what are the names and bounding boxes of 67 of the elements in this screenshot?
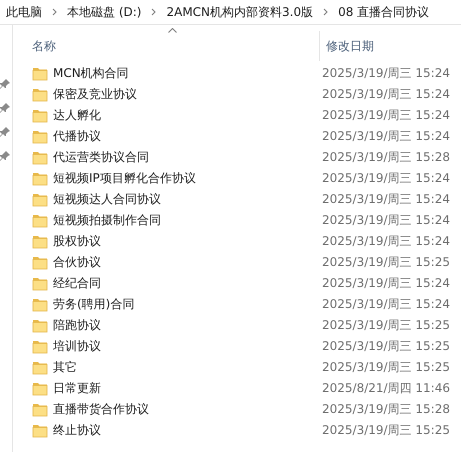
modified-date: 2025/3/19/周三 15:24	[322, 107, 450, 124]
column-header[interactable]: 修改日期	[320, 31, 374, 61]
modified-date: 2025/3/19/周三 15:24	[322, 170, 450, 187]
breadcrumb-item[interactable]: 本地磁盘 (D:)	[65, 4, 144, 20]
file-name[interactable]: 直播带货合作协议	[53, 401, 322, 418]
modified-date: 2025/3/19/周三 15:24	[322, 212, 450, 229]
chevron-icon	[323, 8, 328, 16]
folder-icon	[32, 212, 48, 228]
folder-icon	[32, 254, 48, 270]
modified-date: 2025/3/19/周三 15:28	[322, 401, 450, 418]
breadcrumb-item[interactable]: 此电脑	[4, 4, 44, 20]
modified-date: 2025/3/19/周三 15:24	[322, 233, 450, 250]
modified-date: 2025/3/19/周三 15:25	[322, 359, 450, 376]
chevron-icon	[151, 8, 156, 16]
modified-date: 2025/3/19/周三 15:25	[322, 422, 450, 439]
chevron-icon	[52, 8, 57, 16]
folder-icon	[32, 276, 48, 292]
pin-icon[interactable]	[0, 127, 10, 137]
modified-date: 2025/3/19/周三 15:24	[322, 191, 450, 208]
file-name[interactable]: 经纪合同	[53, 275, 322, 292]
folder-icon	[32, 296, 48, 312]
modified-date: 2025/3/19/周三 15:28	[322, 149, 450, 166]
file-name[interactable]: 代运营类协议合同	[53, 149, 322, 166]
folder-icon	[32, 128, 48, 144]
file-name[interactable]: 保密及竞业协议	[53, 86, 322, 103]
pin-icon[interactable]	[0, 103, 10, 113]
file-name[interactable]: 短视频IP项目孵化合作协议	[53, 170, 322, 187]
pin-icon[interactable]	[0, 151, 10, 161]
file-name[interactable]: 劳务(聘用)合同	[53, 296, 322, 313]
file-name[interactable]: 达人孵化	[53, 107, 322, 124]
file-name[interactable]: 陪跑协议	[53, 317, 322, 334]
folder-icon	[32, 360, 48, 376]
breadcrumb-item[interactable]: 2AMCN机构内部资料3.0版	[164, 4, 316, 20]
modified-date: 2025/3/19/周三 15:25	[322, 338, 450, 355]
folder-icon	[32, 318, 48, 334]
folder-icon	[32, 66, 48, 82]
folder-icon	[32, 192, 48, 208]
file-name[interactable]: 合伙协议	[53, 254, 322, 271]
file-name[interactable]: 短视频达人合同协议	[53, 191, 322, 208]
modified-date: 2025/3/19/周三 15:24	[322, 65, 450, 82]
breadcrumb-item[interactable]: 08 直播合同协议	[336, 4, 432, 20]
modified-date: 2025/3/19/周三 15:24	[322, 296, 450, 313]
file-name[interactable]: 股权协议	[53, 233, 322, 250]
folder-icon	[32, 108, 48, 124]
modified-date: 2025/3/19/周三 15:24	[322, 86, 450, 103]
pin-icon[interactable]	[0, 79, 10, 89]
modified-date: 2025/3/19/周三 15:24	[322, 128, 450, 145]
modified-date: 2025/3/19/周三 15:25	[322, 254, 450, 271]
folder-icon	[32, 402, 48, 418]
modified-date: 2025/3/19/周三 15:24	[322, 275, 450, 292]
folder-icon	[32, 86, 48, 102]
file-name[interactable]: MCN机构合同	[53, 65, 322, 82]
column-header[interactable]: 名称	[13, 31, 320, 61]
file-name[interactable]: 培训协议	[53, 338, 322, 355]
file-name[interactable]: 日常更新	[53, 380, 322, 397]
folder-icon	[32, 338, 48, 354]
modified-date: 2025/8/21/周四 11:46	[322, 380, 450, 397]
folder-icon	[32, 234, 48, 250]
file-name[interactable]: 短视频拍摄制作合同	[53, 212, 322, 229]
folder-icon	[32, 422, 48, 438]
file-name[interactable]: 终止协议	[53, 422, 322, 439]
file-name[interactable]: 其它	[53, 359, 322, 376]
file-name[interactable]: 代播协议	[53, 128, 322, 145]
folder-icon	[32, 170, 48, 186]
folder-icon	[32, 380, 48, 396]
modified-date: 2025/3/19/周三 15:25	[322, 317, 450, 334]
folder-icon	[32, 150, 48, 166]
